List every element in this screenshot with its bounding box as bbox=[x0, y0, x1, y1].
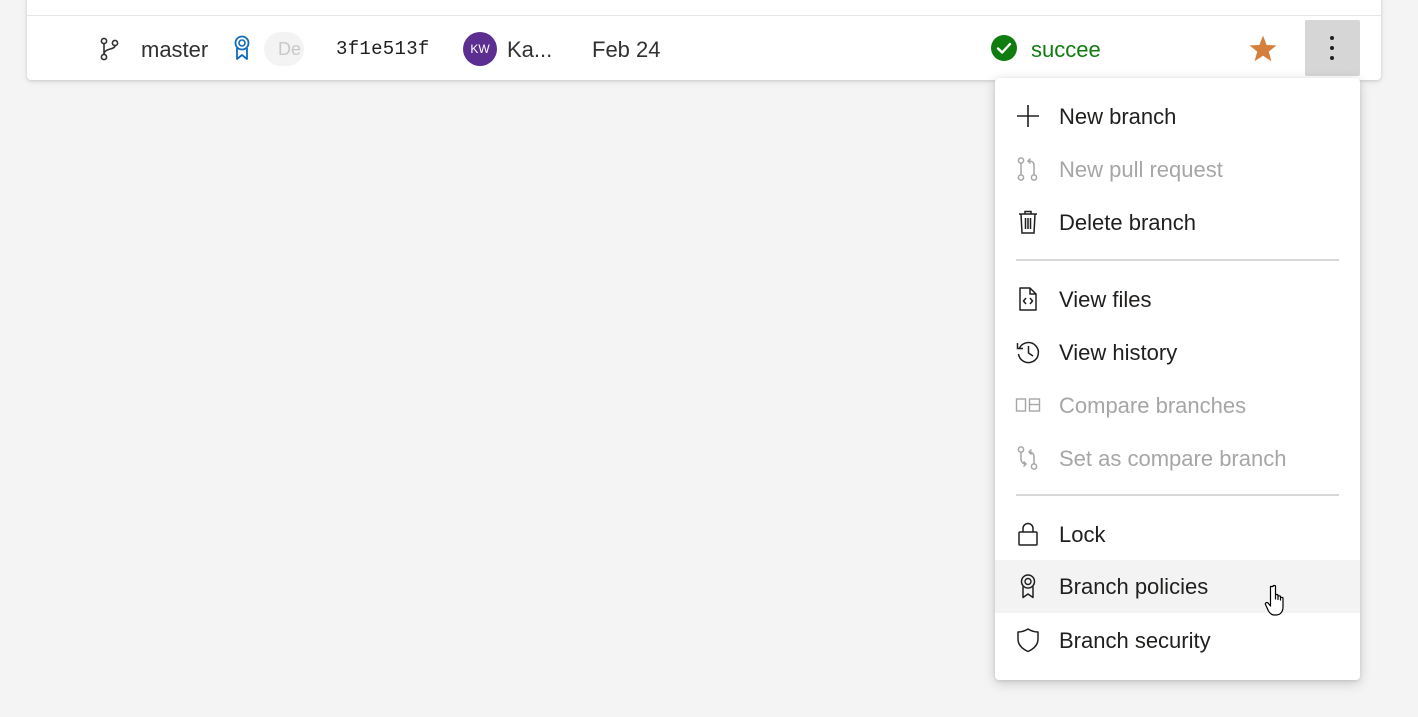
branch-name[interactable]: master bbox=[141, 36, 208, 64]
success-check-icon bbox=[991, 35, 1017, 61]
menu-item-label: Branch security bbox=[1059, 628, 1211, 653]
menu-item-branch-security[interactable]: Branch security bbox=[995, 614, 1360, 667]
menu-item-new-branch[interactable]: New branch bbox=[995, 90, 1360, 143]
menu-item-label: View history bbox=[1059, 340, 1178, 365]
default-badge: De bbox=[264, 32, 304, 66]
menu-divider bbox=[1016, 259, 1339, 261]
menu-item-branch-policies[interactable]: Branch policies bbox=[995, 560, 1360, 613]
shield-icon bbox=[1017, 628, 1039, 653]
lock-icon bbox=[1018, 522, 1038, 546]
build-status-link[interactable]: succee bbox=[1031, 36, 1101, 64]
compare-icon bbox=[1015, 398, 1041, 412]
avatar: KW bbox=[463, 32, 497, 66]
compare-branch-icon bbox=[1017, 446, 1038, 470]
policy-ribbon-icon bbox=[234, 35, 250, 60]
row-divider bbox=[27, 15, 1381, 16]
menu-item-label: Delete branch bbox=[1059, 210, 1196, 235]
menu-item-set-as-compare-branch: Set as compare branch bbox=[995, 432, 1360, 485]
menu-item-view-files[interactable]: View files bbox=[995, 273, 1360, 326]
pull-request-icon bbox=[1017, 157, 1038, 181]
hand-pointer-cursor-icon bbox=[1264, 584, 1284, 616]
code-file-icon bbox=[1019, 287, 1037, 311]
history-icon bbox=[1016, 341, 1040, 364]
menu-item-compare-branches: Compare branches bbox=[995, 379, 1360, 432]
trash-icon bbox=[1019, 210, 1037, 234]
branch-row[interactable] bbox=[27, 0, 1381, 80]
menu-item-label: New pull request bbox=[1059, 157, 1223, 182]
plus-icon bbox=[1017, 105, 1039, 127]
default-badge-label: De bbox=[278, 39, 302, 59]
branch-context-menu: New branch New pull request Delete branc… bbox=[995, 78, 1360, 680]
more-actions-button[interactable] bbox=[1305, 20, 1360, 76]
menu-divider bbox=[1016, 494, 1339, 496]
menu-item-delete-branch[interactable]: Delete branch bbox=[995, 196, 1360, 249]
menu-item-label: View files bbox=[1059, 287, 1152, 312]
menu-item-label: Set as compare branch bbox=[1059, 446, 1287, 471]
menu-item-label: New branch bbox=[1059, 104, 1177, 129]
menu-item-label: Branch policies bbox=[1059, 574, 1209, 599]
star-icon[interactable] bbox=[1247, 33, 1279, 65]
menu-item-label: Compare branches bbox=[1059, 393, 1247, 418]
commit-id-link[interactable]: 3f1e513f bbox=[336, 37, 430, 61]
menu-item-new-pull-request: New pull request bbox=[995, 143, 1360, 196]
branch-icon bbox=[100, 37, 119, 61]
commit-date: Feb 24 bbox=[592, 37, 661, 62]
menu-item-label: Lock bbox=[1059, 522, 1106, 547]
more-vertical-icon bbox=[1330, 36, 1334, 60]
policy-ribbon-icon bbox=[1020, 574, 1036, 599]
author-name: Ka... bbox=[507, 37, 553, 62]
menu-item-lock[interactable]: Lock bbox=[995, 508, 1360, 561]
menu-item-view-history[interactable]: View history bbox=[995, 326, 1360, 379]
